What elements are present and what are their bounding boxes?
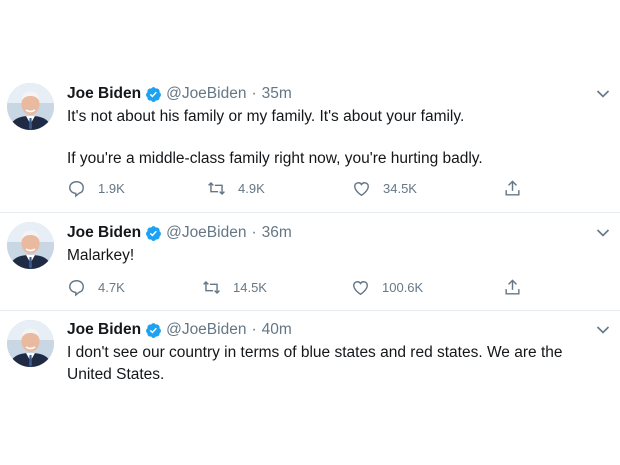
reply-icon	[69, 180, 84, 198]
display-name[interactable]: Joe Biden	[67, 85, 141, 103]
timestamp[interactable]: 40m	[262, 321, 292, 339]
tweet-paragraph: It's not about his family or my family. …	[67, 108, 465, 125]
tweet-text: Malarkey!	[67, 245, 597, 267]
retweet-icon	[208, 181, 225, 195]
chevron-down-icon[interactable]	[596, 322, 610, 334]
heart-icon	[353, 280, 368, 295]
tweet-text: I don't see our country in terms of blue…	[67, 342, 597, 385]
share-icon	[505, 278, 520, 295]
share-button[interactable]	[503, 178, 534, 198]
tweet-actions: 4.7K 14.5K 100.6K	[67, 277, 537, 297]
retweet-icon	[203, 280, 220, 294]
reply-button[interactable]: 1.9K	[67, 178, 125, 198]
separator-dot: ·	[251, 224, 257, 241]
handle[interactable]: @JoeBiden	[166, 321, 246, 339]
handle[interactable]: @JoeBiden	[166, 224, 246, 242]
reply-button[interactable]: 4.7K	[67, 277, 125, 297]
reply-count: 1.9K	[98, 180, 125, 196]
retweet-count: 4.9K	[238, 180, 265, 196]
tweet-actions: 1.9K 4.9K 34.5K	[67, 178, 537, 198]
separator-dot: ·	[251, 321, 257, 338]
divider	[0, 212, 620, 213]
timestamp[interactable]: 35m	[262, 85, 292, 103]
avatar[interactable]	[7, 320, 54, 367]
tweet-text: It's not about his family or my family. …	[67, 106, 597, 169]
separator-dot: ·	[251, 85, 257, 102]
tweet-paragraph: If you're a middle-class family right no…	[67, 149, 483, 167]
tweet-paragraph: Malarkey!	[67, 247, 135, 264]
avatar[interactable]	[7, 222, 54, 269]
handle[interactable]: @JoeBiden	[166, 85, 246, 103]
like-button[interactable]: 34.5K	[352, 178, 417, 198]
like-count: 100.6K	[382, 279, 424, 295]
divider	[0, 310, 620, 311]
display-name[interactable]: Joe Biden	[67, 321, 141, 339]
retweet-count: 14.5K	[233, 279, 267, 295]
like-button[interactable]: 100.6K	[351, 277, 423, 297]
verified-badge-icon	[145, 225, 162, 242]
like-count: 34.5K	[383, 180, 417, 196]
heart-icon	[354, 181, 369, 196]
share-button[interactable]	[503, 277, 534, 297]
verified-badge-icon	[145, 86, 162, 103]
verified-badge-icon	[145, 322, 162, 339]
retweet-button[interactable]: 4.9K	[207, 178, 265, 198]
reply-count: 4.7K	[98, 279, 125, 295]
timestamp[interactable]: 36m	[262, 224, 292, 242]
chevron-down-icon[interactable]	[596, 225, 610, 237]
share-icon	[505, 179, 520, 196]
chevron-down-icon[interactable]	[596, 86, 610, 98]
tweet-paragraph: I don't see our country in terms of blue…	[67, 344, 563, 383]
avatar[interactable]	[7, 83, 54, 130]
display-name[interactable]: Joe Biden	[67, 224, 141, 242]
reply-icon	[69, 279, 84, 297]
retweet-button[interactable]: 14.5K	[202, 277, 267, 297]
